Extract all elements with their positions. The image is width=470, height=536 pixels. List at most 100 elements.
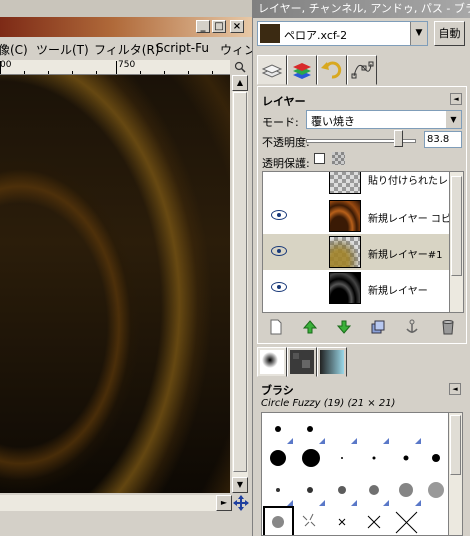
tab-brushes[interactable]: [257, 347, 287, 377]
navigate-cross-icon[interactable]: [232, 495, 250, 511]
anchor-layer-icon[interactable]: [404, 319, 420, 335]
brush-item[interactable]: [391, 506, 422, 535]
image-thumbnail: [260, 24, 280, 43]
raise-layer-icon[interactable]: [302, 319, 318, 335]
brush-item[interactable]: [263, 446, 294, 477]
transparency-pattern-icon: [332, 152, 345, 165]
layer-name: 新規レイヤー#1: [368, 250, 443, 261]
brush-item[interactable]: [423, 446, 448, 477]
brush-item[interactable]: [391, 446, 422, 477]
eye-icon[interactable]: [271, 246, 287, 256]
horizontal-ruler: 00 750: [0, 60, 230, 75]
panel-title: レイヤー: [262, 95, 306, 108]
tab-paths[interactable]: [347, 55, 377, 85]
tab-channels[interactable]: [287, 55, 317, 85]
menu-tools[interactable]: ツール(T): [36, 41, 89, 58]
pattern-icon: [290, 350, 314, 374]
auto-button[interactable]: 自動: [434, 21, 465, 46]
image-select-value: ペロア.xcf-2: [284, 29, 348, 42]
brush-item[interactable]: [295, 414, 326, 445]
tab-layers[interactable]: [257, 55, 287, 85]
brush-item[interactable]: [327, 414, 358, 445]
tab-gradients[interactable]: [317, 347, 347, 377]
brush-item[interactable]: [263, 476, 294, 507]
brush-item[interactable]: [359, 414, 390, 445]
lock-alpha-checkbox[interactable]: [314, 153, 325, 164]
close-button[interactable]: ×: [230, 20, 244, 33]
brush-item[interactable]: [359, 506, 390, 535]
brush-item[interactable]: [423, 506, 448, 535]
brush-item[interactable]: [359, 446, 390, 477]
dropdown-arrow-icon[interactable]: ▼: [410, 22, 427, 45]
lower-layer-icon[interactable]: [336, 319, 352, 335]
tab-undo[interactable]: [317, 55, 347, 85]
minimize-button[interactable]: _: [196, 20, 210, 33]
layers-panel: レイヤー ◄ モード: 覆い焼き ▼ 不透明度: 83.8 透明保護: 貼り付け…: [257, 86, 467, 344]
layer-thumbnail: [329, 236, 361, 268]
scroll-thumb[interactable]: [233, 92, 247, 472]
gradient-icon: [320, 350, 344, 374]
opacity-spinbox[interactable]: 83.8: [424, 131, 462, 148]
layer-name: 貼り付けられたレイヤ: [368, 176, 449, 187]
menu-script-fu[interactable]: Script-Fu: [156, 41, 209, 55]
brush-item[interactable]: [391, 414, 422, 445]
layer-list-scrollbar[interactable]: [450, 171, 464, 313]
eye-icon[interactable]: [271, 282, 287, 292]
brush-grid-scrollbar[interactable]: [449, 412, 463, 536]
brush-grid: [261, 412, 449, 536]
scroll-up-icon[interactable]: ▲: [232, 75, 248, 91]
brush-item-selected[interactable]: [263, 506, 294, 535]
layer-row[interactable]: 新規レイヤー コピー: [263, 198, 449, 234]
image-window-titlebar[interactable]: _ □ ×: [0, 17, 252, 37]
scroll-right-icon[interactable]: ►: [216, 495, 232, 511]
eye-icon[interactable]: [271, 210, 287, 220]
brush-item[interactable]: [423, 476, 448, 507]
brush-icon: [260, 350, 284, 374]
tab-patterns[interactable]: [287, 347, 317, 377]
opacity-slider-handle[interactable]: [393, 130, 403, 147]
scroll-thumb[interactable]: [450, 415, 461, 475]
new-layer-icon[interactable]: [268, 319, 284, 335]
brush-item[interactable]: [327, 446, 358, 477]
brush-item[interactable]: [423, 414, 448, 445]
panel-menu-icon[interactable]: ◄: [449, 383, 461, 395]
horizontal-scrollbar[interactable]: ►: [0, 495, 232, 511]
ruler-label: 00: [0, 60, 12, 70]
layer-row[interactable]: 新規レイヤー#1: [263, 234, 449, 270]
layer-list: 貼り付けられたレイヤ 新規レイヤー コピー 新規レイヤー#1 新規レイヤー: [262, 171, 450, 313]
brush-dock-tabs: [257, 347, 467, 377]
brush-item[interactable]: [295, 476, 326, 507]
brushes-panel: ブラシ ◄ Circle Fuzzy (19) (21 × 21): [257, 378, 467, 536]
brush-item[interactable]: [327, 476, 358, 507]
vertical-scrollbar[interactable]: ▲ ▼: [232, 75, 248, 493]
ruler-label: 750: [118, 60, 136, 70]
duplicate-layer-icon[interactable]: [370, 319, 386, 335]
layer-thumbnail: [329, 272, 361, 304]
menu-image[interactable]: 像(C): [0, 41, 28, 58]
layer-row[interactable]: 貼り付けられたレイヤ: [263, 172, 449, 196]
image-select[interactable]: ペロア.xcf-2 ▼: [257, 21, 428, 46]
menu-filters[interactable]: フィルタ(R): [94, 41, 159, 58]
scroll-down-icon[interactable]: ▼: [232, 477, 248, 493]
menu-windows[interactable]: ウィン: [220, 41, 252, 58]
brush-item[interactable]: [295, 506, 326, 535]
brush-item[interactable]: [359, 476, 390, 507]
zoom-corner-button[interactable]: [232, 60, 248, 74]
layer-row[interactable]: 新規レイヤー: [263, 270, 449, 306]
scroll-thumb[interactable]: [451, 176, 462, 276]
image-canvas[interactable]: [0, 75, 230, 493]
brush-item[interactable]: [391, 476, 422, 507]
selected-brush-name: Circle Fuzzy (19) (21 × 21): [261, 398, 396, 409]
delete-layer-icon[interactable]: [440, 319, 456, 335]
panel-menu-icon[interactable]: ◄: [450, 93, 462, 105]
mode-select[interactable]: 覆い焼き ▼: [306, 110, 462, 129]
dropdown-arrow-icon[interactable]: ▼: [446, 111, 461, 128]
layers-icon: [261, 64, 283, 78]
dock-title: レイヤー, チャンネル, アンドゥ, パス - ブラ...: [253, 0, 470, 18]
image-menubar: 像(C) ツール(T) フィルタ(R) Script-Fu ウィン: [0, 37, 252, 59]
brush-item[interactable]: [263, 414, 294, 445]
maximize-button[interactable]: □: [212, 20, 226, 33]
brush-item[interactable]: [295, 446, 326, 477]
layer-buttons: [262, 319, 462, 337]
brush-item[interactable]: [327, 506, 358, 535]
